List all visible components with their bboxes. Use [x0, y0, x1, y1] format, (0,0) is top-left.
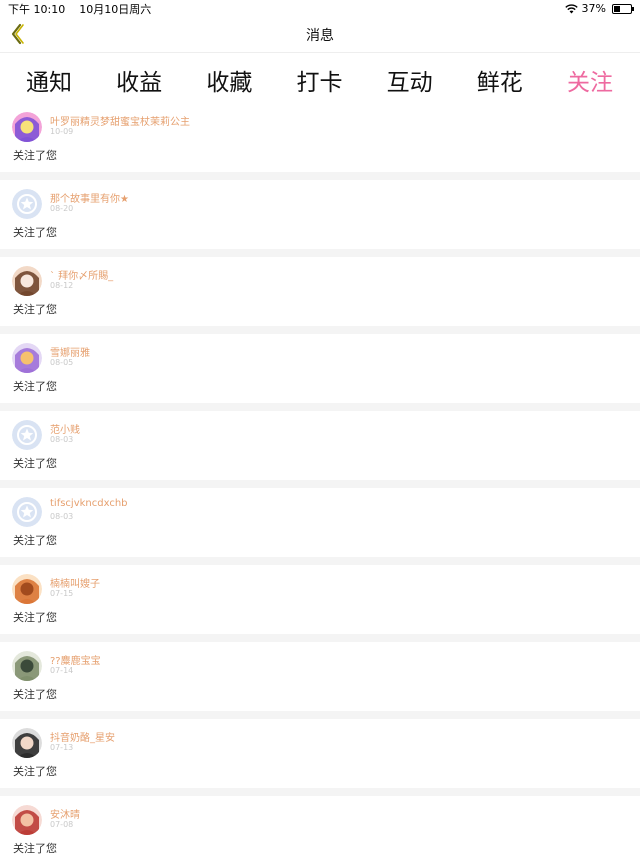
action-text: 关注了您 — [13, 534, 57, 547]
username[interactable]: ??麋鹿宝宝 — [50, 652, 101, 667]
status-right: 37% — [564, 2, 634, 15]
status-date: 10月10日周六 — [79, 2, 152, 16]
avatar[interactable] — [12, 343, 42, 373]
avatar[interactable] — [12, 420, 42, 450]
avatar[interactable] — [12, 497, 42, 527]
chevron-left-icon — [11, 23, 24, 45]
action-text: 关注了您 — [13, 380, 57, 393]
follow-list: 叶罗丽精灵梦甜蜜宝杖茉莉公主 10-09 关注了您 那个故事里有你★ 08-20 关注了您… — [0, 103, 640, 865]
avatar[interactable] — [12, 266, 42, 296]
list-item[interactable]: 那个故事里有你★ 08-20 关注了您 — [0, 180, 640, 249]
username[interactable]: 雪娜丽雅 — [50, 344, 90, 359]
tab-bar: 通知 收益 收藏 打卡 互动 鲜花 关注 — [0, 53, 640, 107]
tab-follow[interactable]: 关注 — [567, 53, 613, 107]
status-time: 下午 10:10 — [8, 2, 66, 16]
timestamp: 07-14 — [50, 666, 74, 675]
username[interactable]: 安沐晴 — [50, 806, 80, 821]
action-text: 关注了您 — [13, 457, 57, 470]
username[interactable]: 叶罗丽精灵梦甜蜜宝杖茉莉公主 — [50, 113, 190, 128]
action-text: 关注了您 — [13, 765, 57, 778]
tab-checkin[interactable]: 打卡 — [296, 53, 342, 97]
list-item[interactable]: 安沐晴 07-08 关注了您 — [0, 796, 640, 865]
wifi-icon — [564, 3, 578, 13]
nav-bar: 消息 — [0, 17, 640, 53]
timestamp: 08-20 — [50, 204, 74, 213]
tab-notify[interactable]: 通知 — [26, 53, 72, 97]
tab-interaction[interactable]: 互动 — [387, 53, 433, 97]
username[interactable]: tifscjvkncdxchb — [50, 498, 128, 509]
list-item[interactable]: 范小贱 08-03 关注了您 — [0, 411, 640, 480]
avatar[interactable] — [12, 112, 42, 142]
avatar[interactable] — [12, 805, 42, 835]
timestamp: 08-12 — [50, 281, 74, 290]
action-text: 关注了您 — [13, 688, 57, 701]
avatar[interactable] — [12, 574, 42, 604]
action-text: 关注了您 — [13, 611, 57, 624]
action-text: 关注了您 — [13, 303, 57, 316]
list-item[interactable]: 抖音奶酪_星安 07-13 关注了您 — [0, 719, 640, 788]
battery-icon — [612, 3, 634, 14]
list-item[interactable]: tifscjvkncdxchb 08-03 关注了您 — [0, 488, 640, 557]
list-item[interactable]: 叶罗丽精灵梦甜蜜宝杖茉莉公主 10-09 关注了您 — [0, 103, 640, 172]
timestamp: 07-13 — [50, 743, 74, 752]
username[interactable]: 楠楠叫嫂子 — [50, 575, 100, 590]
list-item[interactable]: ` 拜你〆所賜_ 08-12 关注了您 — [0, 257, 640, 326]
action-text: 关注了您 — [13, 842, 57, 855]
list-item[interactable]: ??麋鹿宝宝 07-14 关注了您 — [0, 642, 640, 711]
username[interactable]: 那个故事里有你★ — [50, 190, 129, 205]
back-button[interactable] — [6, 22, 28, 46]
tab-earnings[interactable]: 收益 — [116, 53, 162, 97]
action-text: 关注了您 — [13, 149, 57, 162]
status-left: 下午 10:10 10月10日周六 — [8, 1, 151, 17]
timestamp: 07-08 — [50, 820, 74, 829]
status-bar: 下午 10:10 10月10日周六 37% — [0, 0, 640, 17]
timestamp: 08-05 — [50, 358, 74, 367]
username[interactable]: 范小贱 — [50, 421, 80, 436]
timestamp: 08-03 — [50, 435, 74, 444]
list-item[interactable]: 雪娜丽雅 08-05 关注了您 — [0, 334, 640, 403]
tab-favorites[interactable]: 收藏 — [206, 53, 252, 97]
timestamp: 07-15 — [50, 589, 74, 598]
timestamp: 08-03 — [50, 512, 74, 521]
username[interactable]: 抖音奶酪_星安 — [50, 729, 115, 744]
avatar[interactable] — [12, 728, 42, 758]
action-text: 关注了您 — [13, 226, 57, 239]
list-item[interactable]: 楠楠叫嫂子 07-15 关注了您 — [0, 565, 640, 634]
username[interactable]: ` 拜你〆所賜_ — [50, 267, 113, 282]
page-title: 消息 — [306, 27, 334, 44]
avatar[interactable] — [12, 651, 42, 681]
avatar[interactable] — [12, 189, 42, 219]
battery-percent: 37% — [581, 2, 606, 15]
timestamp: 10-09 — [50, 127, 74, 136]
tab-flowers[interactable]: 鲜花 — [477, 53, 523, 97]
